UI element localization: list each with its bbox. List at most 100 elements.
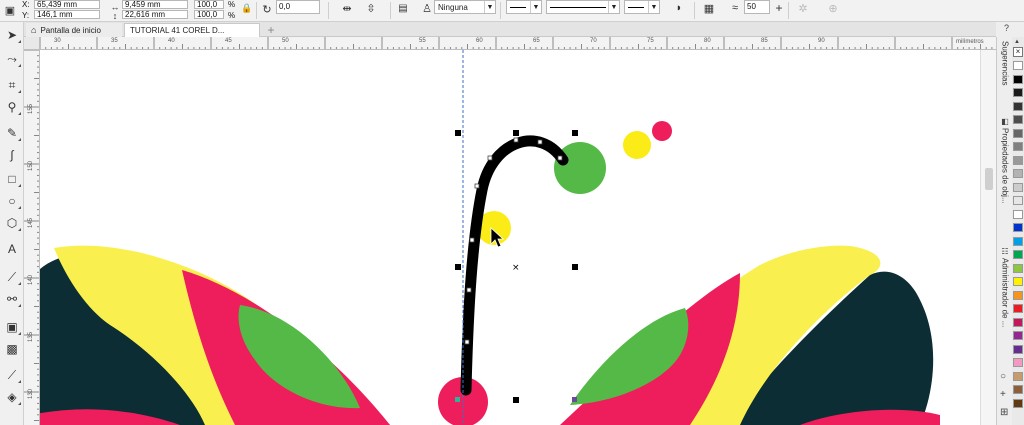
lock-ratio-icon[interactable]: 🔒 <box>240 1 254 15</box>
polygon-tool-icon[interactable]: ⬡ <box>3 214 21 232</box>
text-wrap-icon[interactable]: ▦ <box>702 1 716 15</box>
ellipse-tool-icon[interactable]: ○ <box>3 192 21 210</box>
docker-tab-properties[interactable]: ◧ Propiedades de obj... <box>999 117 1011 204</box>
separator <box>500 2 501 19</box>
connector-tool-icon[interactable]: ⟋ <box>3 268 21 286</box>
right-wing[interactable] <box>560 245 940 425</box>
color-swatch[interactable] <box>1013 290 1023 300</box>
color-swatch[interactable] <box>1013 155 1023 165</box>
ruler-label: 50 <box>282 38 289 44</box>
line-start-dropdown[interactable]: ▼ <box>506 0 542 14</box>
help-icon[interactable]: ? <box>1004 23 1009 33</box>
pick-tool-icon[interactable]: ➤ <box>3 26 21 44</box>
drawing-canvas[interactable]: × <box>40 50 980 425</box>
ruler-corner[interactable] <box>24 37 40 50</box>
scale-x-field[interactable]: 100,0 <box>194 0 224 9</box>
color-swatch[interactable] <box>1013 142 1023 151</box>
color-swatch[interactable] <box>1013 223 1023 232</box>
layers-icon: ☷ <box>1001 247 1009 256</box>
color-swatch[interactable] <box>1013 263 1023 273</box>
rotation-field[interactable]: 0,0 <box>276 0 320 14</box>
vertical-ruler[interactable]: 155 150 145 140 135 130 <box>24 50 40 425</box>
ruler-label: 145 <box>28 217 35 229</box>
smoothing-field[interactable]: 50 <box>744 0 770 14</box>
eyedropper-tool-icon[interactable]: ⟋ <box>3 366 21 384</box>
color-swatch[interactable] <box>1013 196 1023 205</box>
line-style-dropdown[interactable]: ▼ <box>546 0 620 14</box>
antenna-pink-circle[interactable] <box>652 121 672 141</box>
line-end-dropdown[interactable]: ▼ <box>624 0 660 14</box>
antenna-yellow-circle-small[interactable] <box>623 131 651 159</box>
left-wing[interactable] <box>40 245 390 425</box>
color-swatch[interactable] <box>1013 371 1023 381</box>
text-tool-icon[interactable]: A <box>3 240 21 258</box>
color-swatch[interactable] <box>1013 398 1023 408</box>
color-swatch[interactable] <box>1013 115 1023 124</box>
color-swatch[interactable] <box>1013 304 1023 313</box>
ruler-label: 135 <box>28 331 35 343</box>
color-swatch[interactable] <box>1013 250 1023 259</box>
add-tab-icon[interactable]: + <box>264 23 278 37</box>
shape-tool-icon[interactable]: ⤳ <box>3 50 21 68</box>
node-marker <box>572 397 577 402</box>
zoom-tool-icon[interactable]: ⚲ <box>3 98 21 116</box>
color-swatch[interactable] <box>1013 344 1023 354</box>
color-swatch[interactable] <box>1013 182 1023 192</box>
color-swatch[interactable] <box>1013 277 1023 286</box>
tab-home-label: Pantalla de inicio <box>40 25 101 35</box>
palette-arrow-up-icon[interactable]: ▲ <box>1014 39 1020 45</box>
docker-tab-manager[interactable]: ☷ Administrador de ... <box>999 247 1011 327</box>
rectangle-tool-icon[interactable]: □ <box>3 170 21 188</box>
transparency-tool-icon[interactable]: ▣ <box>3 318 21 336</box>
mirror-horizontal-icon[interactable]: ⇹ <box>340 1 354 15</box>
color-swatch[interactable] <box>1013 358 1023 367</box>
scrollbar-thumb[interactable] <box>985 168 993 190</box>
interactive-fill-icon[interactable]: ◈ <box>3 388 21 406</box>
width-field[interactable]: 9,459 mm <box>122 0 188 9</box>
ruler-label: 75 <box>647 38 654 44</box>
plus-icon[interactable]: + <box>772 1 786 15</box>
tab-document[interactable]: TUTORIAL 41 COREL D... <box>124 23 260 37</box>
ruler-label: 35 <box>111 38 118 44</box>
docker-grid-icon[interactable]: ⊞ <box>1000 407 1008 418</box>
color-swatch[interactable] <box>1013 128 1023 138</box>
separator <box>328 2 329 19</box>
tab-home[interactable]: ⌂ Pantalla de inicio <box>26 23 122 37</box>
color-swatch[interactable] <box>1013 88 1023 97</box>
freehand-tool-icon[interactable]: ✎ <box>3 124 21 142</box>
outline-style-dropdown[interactable]: Ninguna ▼ <box>434 0 496 14</box>
horizontal-ruler[interactable]: 30 35 40 45 50 55 60 65 70 75 80 85 90 m… <box>40 37 1000 50</box>
wrap-text-icon[interactable]: ▤ <box>396 1 410 15</box>
sun-icon[interactable]: ✲ <box>796 1 810 15</box>
y-position-field[interactable]: 146,1 mm <box>34 10 100 19</box>
object-position-icon[interactable]: ▣ <box>3 3 17 17</box>
color-swatch[interactable] <box>1013 236 1023 246</box>
scale-y-field[interactable]: 100,0 <box>194 10 224 19</box>
dropper-shadow-icon[interactable]: ⚯ <box>3 290 21 308</box>
property-bar: ▣ X: 65,439 mm Y: 146,1 mm ↔ 9,459 mm ↕ … <box>0 0 1024 22</box>
vertical-scrollbar[interactable] <box>980 50 996 425</box>
line-style-preview <box>550 6 606 8</box>
color-swatch[interactable] <box>1013 101 1023 111</box>
height-field[interactable]: 22,616 mm <box>122 10 188 19</box>
x-position-field[interactable]: 65,439 mm <box>34 0 100 9</box>
document-tabs: ⌂ Pantalla de inicio TUTORIAL 41 COREL D… <box>24 22 1000 37</box>
crop-tool-icon[interactable]: ⌗ <box>3 76 21 94</box>
pattern-fill-icon[interactable]: ▩ <box>3 340 21 358</box>
docker-tab-hints[interactable]: Sugerencias <box>999 41 1011 85</box>
artwork: × <box>40 50 940 425</box>
close-curve-icon[interactable]: ◗ <box>672 1 686 15</box>
color-swatch[interactable] <box>1013 385 1023 394</box>
color-swatch[interactable] <box>1013 61 1023 70</box>
color-swatch[interactable] <box>1013 169 1023 178</box>
add-circle-icon[interactable]: ⊕ <box>826 1 840 15</box>
mirror-vertical-icon[interactable]: ⇳ <box>364 1 378 15</box>
docker-zoom-icon[interactable]: ○ <box>1000 371 1006 382</box>
color-swatch[interactable] <box>1013 331 1023 340</box>
no-color-swatch[interactable]: × <box>1013 47 1023 57</box>
color-swatch[interactable] <box>1013 317 1023 327</box>
color-swatch[interactable] <box>1013 74 1023 84</box>
color-swatch[interactable] <box>1013 209 1023 219</box>
artistic-media-icon[interactable]: ∫ <box>3 146 21 164</box>
docker-plus-icon[interactable]: + <box>1000 389 1006 400</box>
